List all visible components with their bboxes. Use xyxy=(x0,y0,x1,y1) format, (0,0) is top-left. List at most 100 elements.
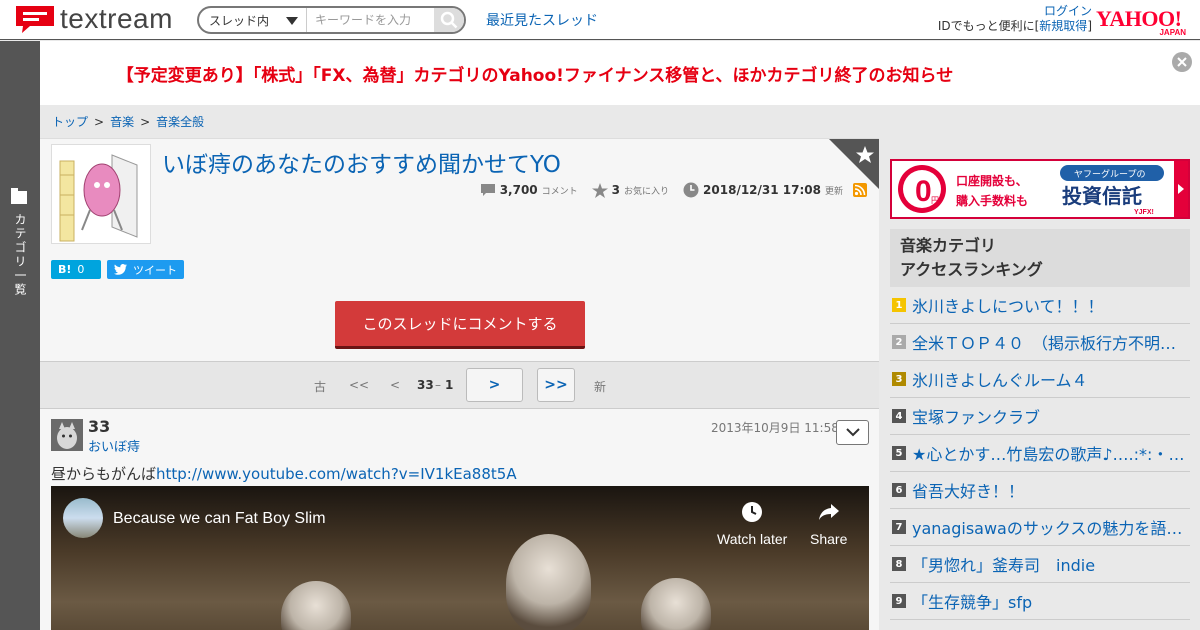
account-area: ログイン IDでもっと便利に[新規取得] xyxy=(938,4,1092,34)
ranking-list: 1 氷川きよしについて！！！ 2 全米ＴＯＰ４０ （掲示板行方不明… 3 氷川きよしんぐル… xyxy=(890,287,1190,620)
share-video-button[interactable]: Share xyxy=(810,500,847,547)
comment-icon xyxy=(480,184,495,196)
id-prompt: IDでもっと便利に[ xyxy=(937,19,1040,33)
textream-logo[interactable]: textream xyxy=(14,4,173,34)
tweet-label: ツイート xyxy=(133,263,177,277)
post-link[interactable]: http://www.youtube.com/watch?v=IV1kEa88t… xyxy=(156,465,517,483)
ranking-item[interactable]: 3 氷川きよしんぐルーム４ xyxy=(890,361,1190,398)
rank-number-badge: 7 xyxy=(892,520,906,534)
ranking-item[interactable]: 1 氷川きよしについて！！！ xyxy=(890,287,1190,324)
close-icon xyxy=(1177,57,1187,67)
rank-number-badge: 1 xyxy=(892,298,906,312)
pager-last-button[interactable]: >> xyxy=(537,368,575,402)
share-buttons: B! 0 ツイート xyxy=(51,260,184,279)
speech-bubble-logo-icon xyxy=(14,4,56,34)
comment-count: 3,700 xyxy=(499,183,538,197)
ranking-item-label: 「男惚れ」釜寿司 indie xyxy=(912,556,1096,575)
fav-unit: お気に入り xyxy=(624,186,670,197)
breadcrumb-sep: > xyxy=(140,114,151,129)
pager-dash: – xyxy=(435,378,441,392)
post-author[interactable]: おいぼ痔 xyxy=(88,436,140,455)
ranking-item[interactable]: 5 ★心とかす…竹島宏の歌声♪….:*:・°☆ xyxy=(890,435,1190,472)
notice-close-button[interactable] xyxy=(1172,52,1192,72)
ranking-item[interactable]: 4 宝塚ファンクラブ xyxy=(890,398,1190,435)
pager-next-button[interactable]: > xyxy=(466,368,523,402)
hatena-bookmark-button[interactable]: B! 0 xyxy=(51,260,101,279)
youtube-embed[interactable]: Because we can Fat Boy Slim Watch later … xyxy=(51,486,869,630)
search-input[interactable] xyxy=(307,8,434,32)
breadcrumb-music-general[interactable]: 音楽全般 xyxy=(156,113,204,130)
ranking-item-label: yanagisawaのサックスの魅力を語ろ… xyxy=(912,519,1190,538)
category-rail[interactable]: カテゴリ一覧 xyxy=(0,41,40,630)
id-prompt-close: ] xyxy=(1087,19,1092,33)
thread-meta: 3,700 コメント 3 お気に入り 2018/12/31 17:08 更新 xyxy=(480,182,867,198)
post-date: 2013年10月9日 11:58 xyxy=(711,421,839,435)
ranking-item[interactable]: 6 省吾大好き！！ xyxy=(890,472,1190,509)
header: textream スレッド内 最近見たスレッド ログイン IDでもっと便利に[新… xyxy=(0,0,1200,40)
video-figure xyxy=(506,534,591,630)
channel-avatar[interactable] xyxy=(63,498,103,538)
avatar[interactable] xyxy=(51,419,83,451)
ad-yen: 円 xyxy=(931,196,939,205)
ranking-item-label: 氷川きよしについて！！！ xyxy=(912,297,1104,316)
breadcrumb-music[interactable]: 音楽 xyxy=(110,113,134,130)
ranking-item[interactable]: 7 yanagisawaのサックスの魅力を語ろ… xyxy=(890,509,1190,546)
search-button[interactable] xyxy=(434,8,464,32)
hatena-count: 0 xyxy=(77,263,85,276)
login-link[interactable]: ログイン xyxy=(1044,4,1092,18)
search-icon xyxy=(440,11,458,29)
breadcrumb-top[interactable]: トップ xyxy=(52,113,88,130)
ranking-item-label: 宝塚ファンクラブ xyxy=(912,408,1041,427)
ad-banner[interactable]: 0 円 口座開設も、 購入手数料も ヤフーグループの 投資信託 YJFX! xyxy=(890,159,1190,219)
ranking-item-label: 「生存競争」sfp xyxy=(912,593,1033,612)
ranking-item-label: 省吾大好き！！ xyxy=(912,482,1025,501)
rank-number-badge: 9 xyxy=(892,594,906,608)
post-menu-button[interactable] xyxy=(836,420,869,445)
rank-number-badge: 5 xyxy=(892,446,906,460)
updated-date: 2018/12/31 17:08 xyxy=(703,183,821,197)
thread-title: いぼ痔のあなたのおすすめ聞かせてYO xyxy=(162,152,561,178)
rank-number-badge: 6 xyxy=(892,483,906,497)
access-ranking: 音楽カテゴリ アクセスランキング 1 氷川きよしについて！！！ 2 全米ＴＯＰ４０ （… xyxy=(890,229,1190,620)
recent-threads-link[interactable]: 最近見たスレッド xyxy=(486,10,598,30)
watch-later-label: Watch later xyxy=(717,531,788,547)
ad-line2: 購入手数料も xyxy=(955,193,1028,208)
rank-number-badge: 4 xyxy=(892,409,906,423)
pager-oldest: 古 xyxy=(314,380,327,394)
ad-product: 投資信託 xyxy=(1062,184,1142,208)
search-scope-label: スレッド内 xyxy=(209,13,270,28)
category-list-label: カテゴリ一覧 xyxy=(13,213,27,297)
post-comment-button[interactable]: このスレッドにコメントする xyxy=(335,301,585,349)
notice-link[interactable]: 【予定変更あり】「株式」「FX、為替」カテゴリのYahoo!ファイナンス移管と、… xyxy=(40,61,1200,86)
ranking-item-label: 全米ＴＯＰ４０ （掲示板行方不明… xyxy=(912,334,1177,353)
pager-newest: 新 xyxy=(594,380,607,394)
search-scope-select[interactable]: スレッド内 xyxy=(199,8,307,32)
ranking-item-label: 氷川きよしんぐルーム４ xyxy=(912,371,1088,390)
ranking-item[interactable]: 9 「生存競争」sfp xyxy=(890,583,1190,620)
rss-icon[interactable] xyxy=(853,183,867,197)
pager-total: 1 xyxy=(445,378,454,392)
ranking-header: 音楽カテゴリ アクセスランキング xyxy=(890,229,1190,287)
search-bar: スレッド内 xyxy=(197,6,466,34)
breadcrumb-sep: > xyxy=(94,114,105,129)
thread-thumbnail xyxy=(51,144,151,244)
star-icon xyxy=(591,182,608,198)
twitter-bird-icon xyxy=(114,264,127,275)
register-link[interactable]: 新規取得 xyxy=(1039,19,1087,33)
video-title[interactable]: Because we can Fat Boy Slim xyxy=(113,510,326,528)
folder-icon xyxy=(11,188,27,204)
thread-main: いぼ痔のあなたのおすすめ聞かせてYO 3,700 コメント 3 お気に入り 20… xyxy=(40,138,879,630)
post-text: 昼からもがんば xyxy=(51,465,157,483)
ranking-item[interactable]: 2 全米ＴＯＰ４０ （掲示板行方不明… xyxy=(890,324,1190,361)
clock-icon xyxy=(742,502,763,522)
ranking-item-label: ★心とかす…竹島宏の歌声♪….:*:・°☆ xyxy=(912,445,1190,464)
yahoo-japan-logo[interactable]: YAHOO! JAPAN xyxy=(1096,8,1188,38)
notice-banner: 【予定変更あり】「株式」「FX、為替」カテゴリのYahoo!ファイナンス移管と、… xyxy=(40,41,1200,105)
ad-brand: YJFX! xyxy=(1134,209,1154,216)
ranking-item[interactable]: 8 「男惚れ」釜寿司 indie xyxy=(890,546,1190,583)
tweet-button[interactable]: ツイート xyxy=(107,260,184,279)
watch-later-button[interactable]: Watch later xyxy=(717,500,787,547)
pagination: 古 << < 33 – 1 > >> 新 xyxy=(40,361,879,409)
comment-unit: コメント xyxy=(541,186,578,197)
ranking-title-line2: アクセスランキング xyxy=(900,260,1043,279)
